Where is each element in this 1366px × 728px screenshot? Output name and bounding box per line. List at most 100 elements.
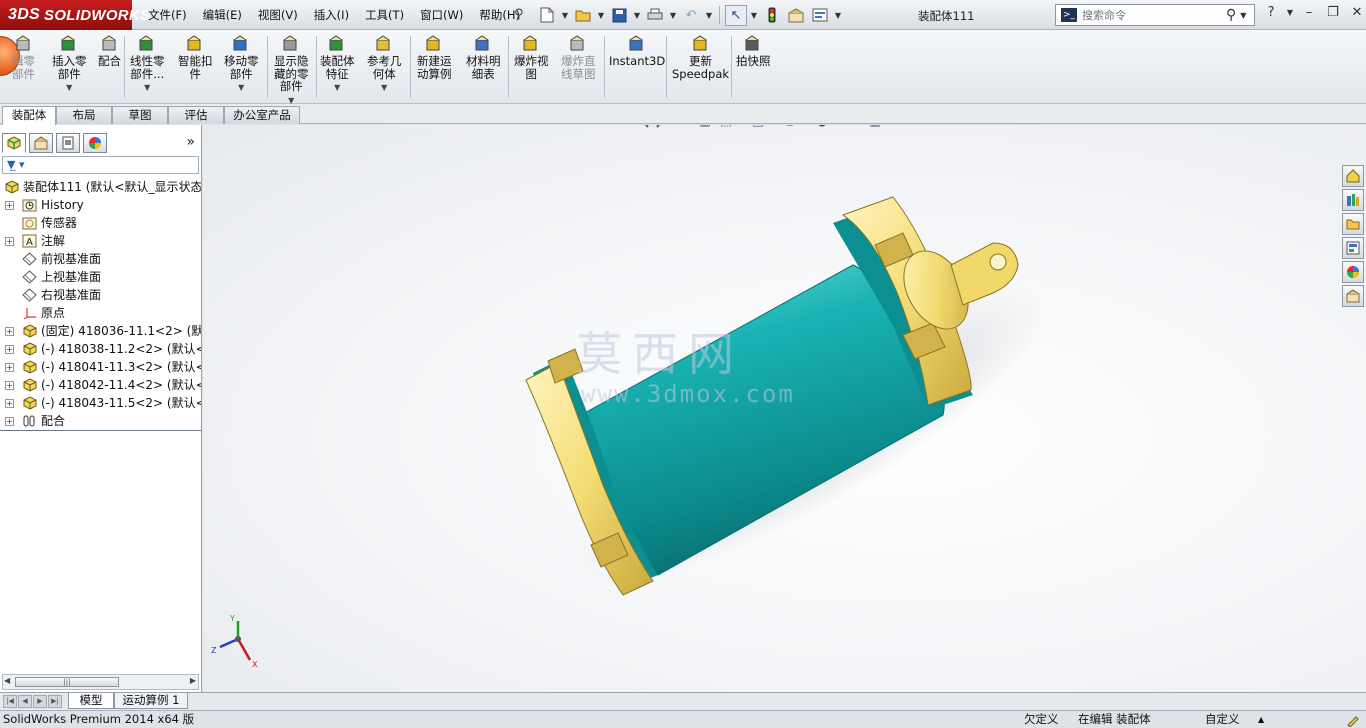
expand-toggle-icon[interactable]: + [5,399,14,408]
graphics-area[interactable]: 🔍🔎↺▥⬚▼▣▼👁▼●✺▼▦▼ ▭ ▯ – ❐ ✕ [203,125,1366,692]
expand-toggle-icon[interactable]: + [5,381,14,390]
cmd-button-3[interactable]: 线性零 部件... ▼ [130,34,165,95]
tab-evaluate[interactable]: 评估 [168,106,224,124]
cmd-button-5[interactable]: 移动零 部件 ▼ [224,34,259,95]
feature-manager-tab-icon[interactable] [2,133,26,153]
status-rebuild-icon[interactable] [1346,711,1360,728]
options-icon[interactable] [809,5,831,26]
expand-toggle-icon[interactable]: + [5,345,14,354]
cmd-button-9[interactable]: 新建运 动算例 [417,34,452,80]
cmd-button-11[interactable]: 爆炸视 图 [514,34,549,80]
tree-item[interactable]: 前视基准面 [0,250,201,268]
tab-model[interactable]: 模型 [68,693,114,709]
cmd-button-0[interactable]: 辑零 部件 [12,34,35,80]
search-icon[interactable]: ⚲ [1226,7,1236,23]
menu-tools[interactable]: 工具(T) [357,7,412,23]
expand-panel-icon[interactable]: » [186,134,195,150]
menu-view[interactable]: 视图(V) [250,7,306,23]
cmd-dropdown-icon[interactable]: ▼ [66,82,72,95]
tree-item[interactable]: + A 注解 [0,232,201,250]
tree-item[interactable]: 上视基准面 [0,268,201,286]
cmd-button-4[interactable]: 智能扣 件 [178,34,213,80]
expand-toggle-icon[interactable]: + [5,417,14,426]
expand-toggle-icon[interactable]: + [5,237,14,246]
menu-window[interactable]: 窗口(W) [412,7,471,23]
tree-item[interactable]: + (-) 418038-11.2<2> (默认<< [0,340,201,358]
cmd-button-8[interactable]: 参考几 何体 ▼ [367,34,402,95]
cmd-button-2[interactable]: 配合 [98,34,121,68]
cmd-button-1[interactable]: 插入零 部件 ▼ [52,34,87,95]
save-icon[interactable] [608,5,630,26]
appearances-icon[interactable] [1342,261,1364,283]
cmd-dropdown-icon[interactable]: ▼ [144,82,150,95]
solidworks-logo[interactable]: 3DS SOLIDWORKS [0,0,150,30]
expand-toggle-icon[interactable]: + [5,201,14,210]
cmd-button-7[interactable]: 装配体 特征 ▼ [320,34,355,95]
file-properties-icon[interactable] [785,5,807,26]
tab-assembly[interactable]: 装配体 [2,106,56,125]
undo-icon[interactable]: ↶ [680,5,702,26]
cmd-dropdown-icon[interactable]: ▼ [238,82,244,95]
tree-root-assembly[interactable]: 装配体111 (默认<默认_显示状态 [0,178,201,196]
menu-insert[interactable]: 插入(I) [306,7,357,23]
horizontal-scrollbar[interactable]: ◀ ||| ▶ [2,674,199,690]
view-palette-icon[interactable] [1342,237,1364,259]
first-tab-icon[interactable]: |◀ [3,695,17,708]
tree-item[interactable]: 传感器 [0,214,201,232]
scroll-right-icon[interactable]: ▶ [190,676,196,685]
tree-item[interactable]: + History [0,196,201,214]
custom-properties-icon[interactable] [1342,285,1364,307]
assembly-model[interactable] [203,125,1366,692]
select-dropdown-icon[interactable]: ▼ [749,11,759,20]
rebuild-traffic-light-icon[interactable] [761,5,783,26]
cmd-dropdown-icon[interactable]: ▼ [334,82,340,95]
tree-item[interactable]: + (-) 418041-11.3<2> (默认<< [0,358,201,376]
tree-filter[interactable]: ▼̲ ▾ [2,156,199,174]
tree-item[interactable]: + 配合 [0,412,201,430]
cmd-button-14[interactable]: 更新 Speedpak [672,34,729,80]
options-dropdown-icon[interactable]: ▼ [833,11,843,20]
menu-edit[interactable]: 编辑(E) [195,7,250,23]
tab-sketch[interactable]: 草图 [112,106,168,124]
search-commands-box[interactable]: >_ ⚲ ▼ [1055,4,1255,26]
menu-file[interactable]: 文件(F) [140,7,195,23]
tab-office-products[interactable]: 办公室产品 [224,106,300,124]
expand-toggle-icon[interactable]: + [5,363,14,372]
tab-motion-study-1[interactable]: 运动算例 1 [114,693,188,709]
property-manager-tab-icon[interactable] [29,133,53,153]
select-arrow-icon[interactable]: ↖ [725,4,747,26]
cmd-button-10[interactable]: 材料明 细表 [466,34,501,80]
status-units-dropdown-icon[interactable]: ▲ [1258,711,1264,728]
display-manager-tab-icon[interactable] [83,133,107,153]
search-dropdown-icon[interactable]: ▼ [1240,11,1246,20]
tab-layout[interactable]: 布局 [56,106,112,124]
print-icon[interactable] [644,5,666,26]
solidworks-resources-icon[interactable] [1342,165,1364,187]
cmd-dropdown-icon[interactable]: ▼ [381,82,387,95]
tree-item[interactable]: + (固定) 418036-11.1<2> (默认 [0,322,201,340]
prev-tab-icon[interactable]: ◀ [18,695,32,708]
new-document-icon[interactable] [536,5,558,26]
new-dropdown-icon[interactable]: ▼ [560,11,570,20]
cmd-button-12[interactable]: 爆炸直 线草图 [561,34,596,80]
print-dropdown-icon[interactable]: ▼ [668,11,678,20]
filter-icon[interactable]: ▼̲ ▾ [7,158,24,171]
expand-toggle-icon[interactable]: + [5,327,14,336]
tree-item[interactable]: 原点 [0,304,201,322]
cmd-button-15[interactable]: 拍快照 [736,34,771,68]
file-explorer-icon[interactable] [1342,213,1364,235]
design-library-icon[interactable] [1342,189,1364,211]
configuration-manager-tab-icon[interactable] [56,133,80,153]
save-dropdown-icon[interactable]: ▼ [632,11,642,20]
help-icon[interactable]: ? [1262,5,1280,20]
minimize-icon[interactable]: – [1300,5,1318,20]
cmd-button-13[interactable]: Instant3D [609,34,665,68]
restore-icon[interactable]: ❐ [1324,5,1342,20]
next-tab-icon[interactable]: ▶ [33,695,47,708]
cmd-button-6[interactable]: 显示隐 藏的零 部件 ▼ [274,34,309,107]
open-folder-icon[interactable] [572,5,594,26]
tree-item[interactable]: + (-) 418043-11.5<2> (默认<< [0,394,201,412]
help-dropdown-icon[interactable]: ▼ [1286,8,1294,17]
pin-icon[interactable]: ⚲ [514,7,524,22]
tree-item[interactable]: 右视基准面 [0,286,201,304]
